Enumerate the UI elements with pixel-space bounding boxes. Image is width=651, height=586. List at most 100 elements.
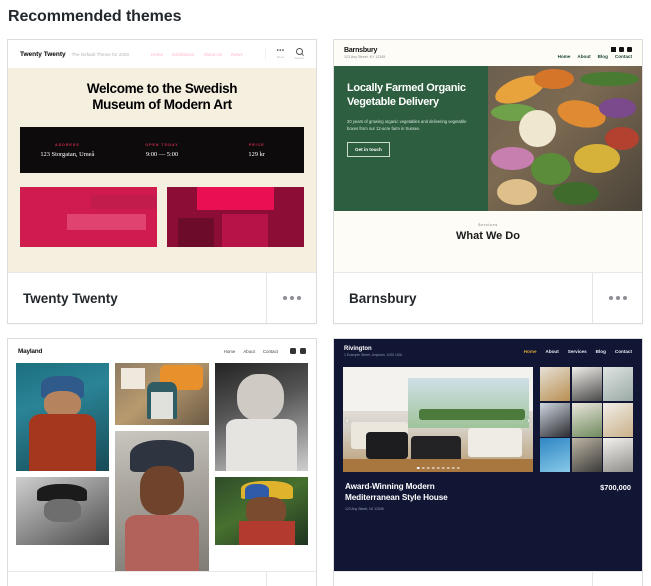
preview-info-bar: ADDRESS 123 Storgatan, Umeå OPEN TODAY 9…: [20, 127, 304, 173]
nav-services: Services: [567, 348, 587, 354]
section-eyebrow: Services: [478, 223, 498, 227]
slider-next-arrow[interactable]: ›: [527, 415, 530, 425]
property-listing: Award-Winning Modern Mediterranean Style…: [334, 472, 642, 511]
preview-photo-grid: [8, 363, 316, 571]
thumbnail-4[interactable]: [540, 402, 570, 437]
thumbnail-9[interactable]: [603, 438, 633, 472]
info-value: 129 kr: [248, 150, 265, 158]
nav-contact: Contact: [614, 348, 632, 354]
preview-utilities: ••• Menu Search: [264, 48, 304, 60]
photo-portrait-woman-colorful-headwrap: [214, 477, 308, 545]
gallery-thumbnails[interactable]: [540, 367, 633, 472]
menu-label: Menu: [276, 55, 285, 59]
preview-header: Twenty Twenty The Default Theme for 2020…: [8, 40, 316, 68]
preview-brand: Mayland: [18, 347, 43, 355]
preview-artwork-gallery: [8, 173, 316, 247]
listing-price: $700,000: [600, 483, 631, 492]
theme-footer: Rivington: [334, 572, 642, 586]
artwork-right: [167, 187, 304, 247]
theme-actions-button[interactable]: [266, 273, 316, 323]
info-label: OPEN TODAY: [145, 142, 179, 147]
search-icon: Search: [294, 48, 304, 60]
nav-home: Home: [223, 348, 236, 354]
thumbnail-7[interactable]: [540, 438, 570, 472]
preview-brand: Barnsbury: [344, 46, 378, 54]
twitter-icon: [300, 348, 306, 354]
slider-main-image: ‹ ›: [343, 367, 533, 472]
recommended-themes-page: Recommended themes Twenty Twenty The Def…: [0, 0, 651, 586]
thumbnail-6[interactable]: [603, 402, 633, 437]
preview-nav: Home About Services Blog Contact: [524, 349, 632, 354]
nav-contact: Contact: [614, 54, 632, 59]
theme-screenshot-barnsbury[interactable]: Barnsbury 123 Any Street, KY 12345 Home: [334, 40, 642, 273]
photo-portrait-artist-in-studio: [115, 363, 209, 425]
nav-about-us: About Us: [203, 51, 223, 57]
theme-actions-button[interactable]: [592, 273, 642, 323]
preview-nav: Home About Contact: [224, 348, 306, 354]
slider-prev-arrow[interactable]: ‹: [346, 415, 349, 425]
hero-vegetables-photo: [488, 66, 642, 211]
nav-contact: Contact: [262, 348, 278, 354]
nav-about: About: [243, 348, 255, 354]
theme-name: Rivington: [334, 572, 592, 586]
photo-column-1: [16, 363, 110, 571]
preview-header: Barnsbury 123 Any Street, KY 12345 Home: [334, 40, 642, 66]
menu-icon: ••• Menu: [276, 48, 285, 59]
preview-hero: Locally Farmed Organic Vegetable Deliver…: [334, 66, 642, 211]
hero-body: 20 years of growing organic vegetables a…: [347, 119, 467, 131]
theme-name: Barnsbury: [349, 290, 417, 306]
social-links: [290, 348, 306, 354]
theme-screenshot-mayland[interactable]: Mayland Home About Contact: [8, 339, 316, 572]
theme-grid: Twenty Twenty The Default Theme for 2020…: [0, 26, 651, 586]
preview-header: Rivington 1 Example Street, Anytown, 100…: [334, 339, 642, 363]
twitter-icon: [611, 47, 616, 52]
slider-dots[interactable]: [416, 466, 460, 469]
preview-tagline: The Default Theme for 2020: [71, 51, 129, 57]
thumbnail-2[interactable]: [571, 367, 602, 401]
thumbnail-8[interactable]: [571, 438, 602, 472]
preview-services-section: Services What We Do: [334, 211, 642, 242]
listing-text: Award-Winning Modern Mediterranean Style…: [345, 482, 448, 511]
preview-header-right: Home About Blog Contact: [558, 47, 632, 59]
info-value: 123 Storgatan, Umeå: [40, 150, 95, 158]
theme-footer: Twenty Twenty: [8, 273, 316, 323]
nav-home: Home: [523, 348, 537, 354]
preview-brand: Twenty Twenty: [20, 50, 66, 58]
info-value: 9:00 — 5:00: [145, 150, 179, 158]
listing-title-line-1: Award-Winning Modern: [345, 482, 435, 491]
photo-portrait-elderly-man-bw: [214, 363, 308, 471]
info-label: PRICE: [248, 142, 265, 147]
preview-gallery: ‹ ›: [334, 363, 642, 472]
search-label: Search: [294, 56, 304, 60]
photo-portrait-woman-blue-headwrap: [16, 363, 110, 471]
nav-blog: Blog: [597, 54, 608, 59]
facebook-icon: [619, 47, 624, 52]
page-title: Recommended themes: [8, 8, 182, 25]
hero-cta-button: Get in touch: [347, 142, 390, 157]
listing-address: 123 Any Street, NJ 12345: [345, 507, 384, 511]
social-links: [611, 47, 632, 52]
preview-brand: Rivington: [344, 345, 372, 352]
theme-card-mayland[interactable]: Mayland Home About Contact: [7, 338, 317, 586]
hero-line-2: Museum of Modern Art: [92, 97, 232, 112]
nav-home: Home: [557, 54, 571, 59]
theme-footer: Barnsbury: [334, 273, 642, 323]
nav-home: Home: [150, 51, 164, 57]
nav-about: About: [545, 348, 559, 354]
theme-card-rivington[interactable]: Rivington 1 Example Street, Anytown, 100…: [333, 338, 643, 586]
thumbnail-5[interactable]: [571, 402, 602, 437]
hero-heading: Locally Farmed Organic Vegetable Deliver…: [347, 82, 466, 108]
theme-actions-button[interactable]: [266, 572, 316, 586]
photo-portrait-young-man-hat: [115, 431, 209, 571]
preview-nav: Home Exhibitions About Us News ••• Menu S…: [151, 48, 304, 60]
hero-line-1: Welcome to the Swedish: [86, 81, 238, 96]
theme-card-barnsbury[interactable]: Barnsbury 123 Any Street, KY 12345 Home: [333, 39, 643, 324]
theme-actions-button[interactable]: [592, 572, 642, 586]
theme-card-twenty-twenty[interactable]: Twenty Twenty The Default Theme for 2020…: [7, 39, 317, 324]
theme-screenshot-rivington[interactable]: Rivington 1 Example Street, Anytown, 100…: [334, 339, 642, 572]
theme-name: Mayland: [8, 572, 266, 586]
thumbnail-3[interactable]: [603, 367, 633, 401]
theme-screenshot-twenty-twenty[interactable]: Twenty Twenty The Default Theme for 2020…: [8, 40, 316, 273]
preview-hero: Welcome to the Swedish Museum of Modern …: [8, 68, 316, 123]
thumbnail-1[interactable]: [540, 367, 570, 401]
